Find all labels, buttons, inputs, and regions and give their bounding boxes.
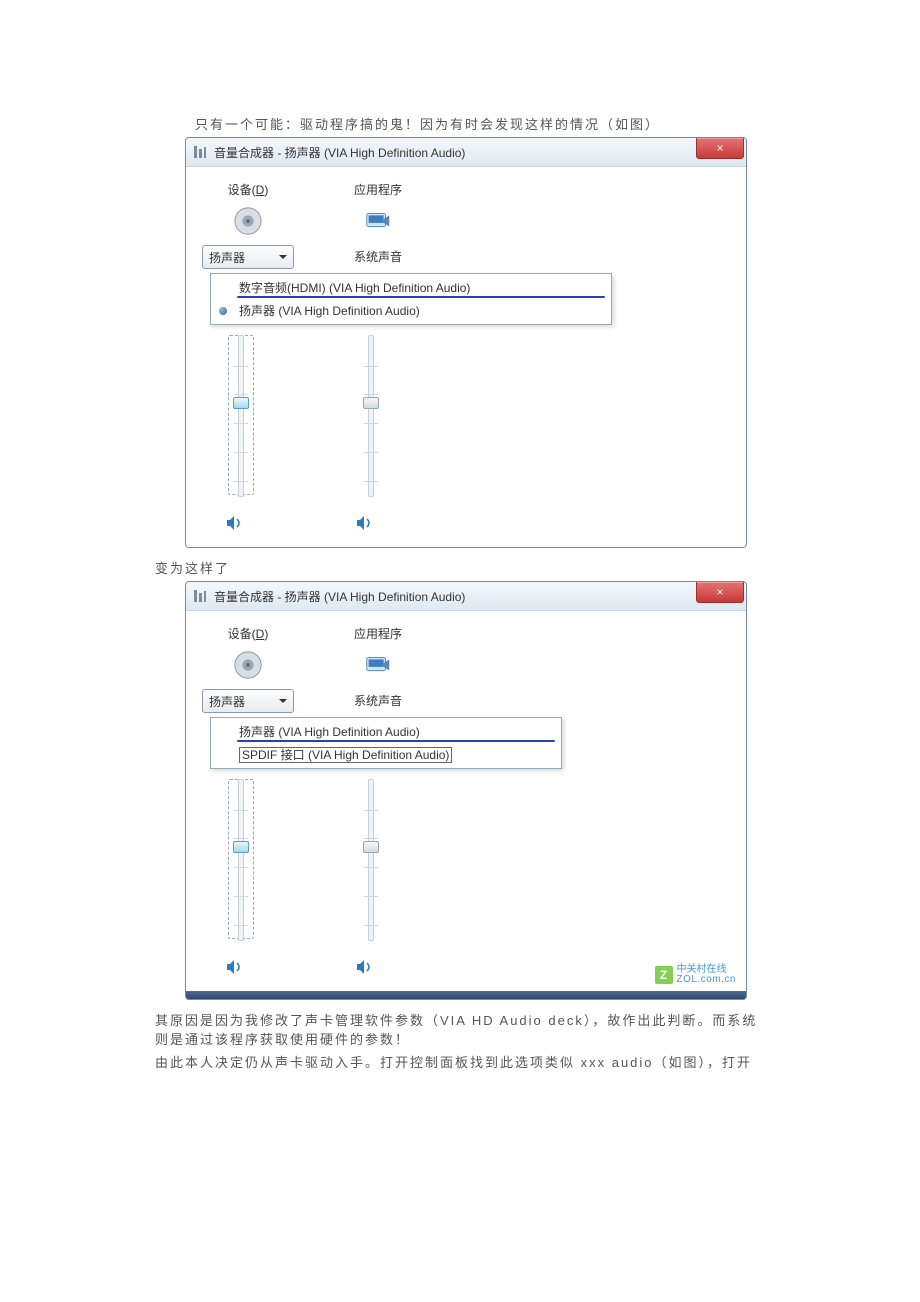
system-sounds-icon[interactable] <box>362 205 394 237</box>
app-header: 应用程序 <box>354 181 402 199</box>
speaker-device-icon[interactable] <box>232 649 264 681</box>
system-sounds-label: 系统声音 <box>354 689 402 711</box>
device-header: 设备(D) <box>228 181 269 199</box>
app-column: 应用程序 系统声音 <box>354 181 402 267</box>
system-sounds-icon[interactable] <box>362 649 394 681</box>
doc-line-4: 由此本人决定仍从声卡驱动入手。打开控制面板找到此选项类似 xxx audio（如… <box>155 1052 765 1071</box>
window-title: 音量合成器 - 扬声器 (VIA High Definition Audio) <box>214 588 465 605</box>
slider-thumb[interactable] <box>233 841 249 853</box>
doc-line-1: 只有一个可能：驱动程序搞的鬼！因为有时会发现这样的情况（如图） <box>195 114 765 133</box>
dropdown-label: 扬声器 <box>209 249 245 266</box>
app-column: 应用程序 系统声音 <box>354 625 402 711</box>
device-column: 设备(D) 扬声器 <box>202 625 294 713</box>
volume-mixer-window-2: 音量合成器 - 扬声器 (VIA High Definition Audio) … <box>185 581 747 1000</box>
zol-logo-icon: Z <box>655 966 673 984</box>
menu-item-speakers[interactable]: 扬声器 (VIA High Definition Audio) <box>211 720 561 743</box>
window-title: 音量合成器 - 扬声器 (VIA High Definition Audio) <box>214 144 465 161</box>
titlebar[interactable]: 音量合成器 - 扬声器 (VIA High Definition Audio) … <box>186 138 746 167</box>
dropdown-label: 扬声器 <box>209 693 245 710</box>
chevron-down-icon <box>279 255 287 259</box>
mixer-app-icon <box>192 588 208 604</box>
close-button[interactable]: × <box>696 137 744 159</box>
selected-bullet-icon <box>219 307 227 315</box>
speaker-device-icon[interactable] <box>232 205 264 237</box>
titlebar[interactable]: 音量合成器 - 扬声器 (VIA High Definition Audio) … <box>186 582 746 611</box>
device-header: 设备(D) <box>228 625 269 643</box>
volume-mixer-window-1: 音量合成器 - 扬声器 (VIA High Definition Audio) … <box>185 137 747 548</box>
system-sounds-label: 系统声音 <box>354 245 402 267</box>
close-button[interactable]: × <box>696 581 744 603</box>
client-area: 设备(D) 扬声器 应用程序 系统声音 <box>186 167 746 547</box>
device-volume-slider[interactable] <box>226 779 256 939</box>
doc-line-3: 其原因是因为我修改了声卡管理软件参数（VIA HD Audio deck），故作… <box>155 1010 765 1048</box>
mixer-app-icon <box>192 144 208 160</box>
mute-app-icon[interactable] <box>354 957 374 977</box>
app-header: 应用程序 <box>354 625 402 643</box>
slider-thumb[interactable] <box>363 397 379 409</box>
slider-thumb[interactable] <box>233 397 249 409</box>
device-dropdown[interactable]: 扬声器 <box>202 689 294 713</box>
slider-thumb[interactable] <box>363 841 379 853</box>
device-column: 设备(D) 扬声器 <box>202 181 294 269</box>
close-icon: × <box>716 585 723 599</box>
document-page: 只有一个可能：驱动程序搞的鬼！因为有时会发现这样的情况（如图） 音量合成器 - … <box>0 0 920 1135</box>
close-icon: × <box>716 141 723 155</box>
chevron-down-icon <box>279 699 287 703</box>
taskbar-sliver <box>186 991 746 999</box>
menu-item-spdif[interactable]: SPDIF 接口 (VIA High Definition Audio) <box>211 743 561 766</box>
device-dropdown-menu: 数字音频(HDMI) (VIA High Definition Audio) 扬… <box>210 273 612 325</box>
mute-device-icon[interactable] <box>224 513 244 533</box>
menu-item-hdmi[interactable]: 数字音频(HDMI) (VIA High Definition Audio) <box>211 276 611 299</box>
sliders-row <box>226 779 730 949</box>
menu-item-speakers[interactable]: 扬声器 (VIA High Definition Audio) <box>211 299 611 322</box>
sliders-row <box>226 335 730 505</box>
mute-app-icon[interactable] <box>354 513 374 533</box>
mute-device-icon[interactable] <box>224 957 244 977</box>
app-volume-slider[interactable] <box>356 335 386 495</box>
device-dropdown-menu: 扬声器 (VIA High Definition Audio) SPDIF 接口… <box>210 717 562 769</box>
app-volume-slider[interactable] <box>356 779 386 939</box>
device-volume-slider[interactable] <box>226 335 256 495</box>
doc-line-2: 变为这样了 <box>155 558 765 577</box>
zol-watermark: Z 中关村在线 ZOL.com.cn <box>655 965 736 985</box>
client-area: 设备(D) 扬声器 应用程序 系统声音 <box>186 611 746 991</box>
device-dropdown[interactable]: 扬声器 <box>202 245 294 269</box>
